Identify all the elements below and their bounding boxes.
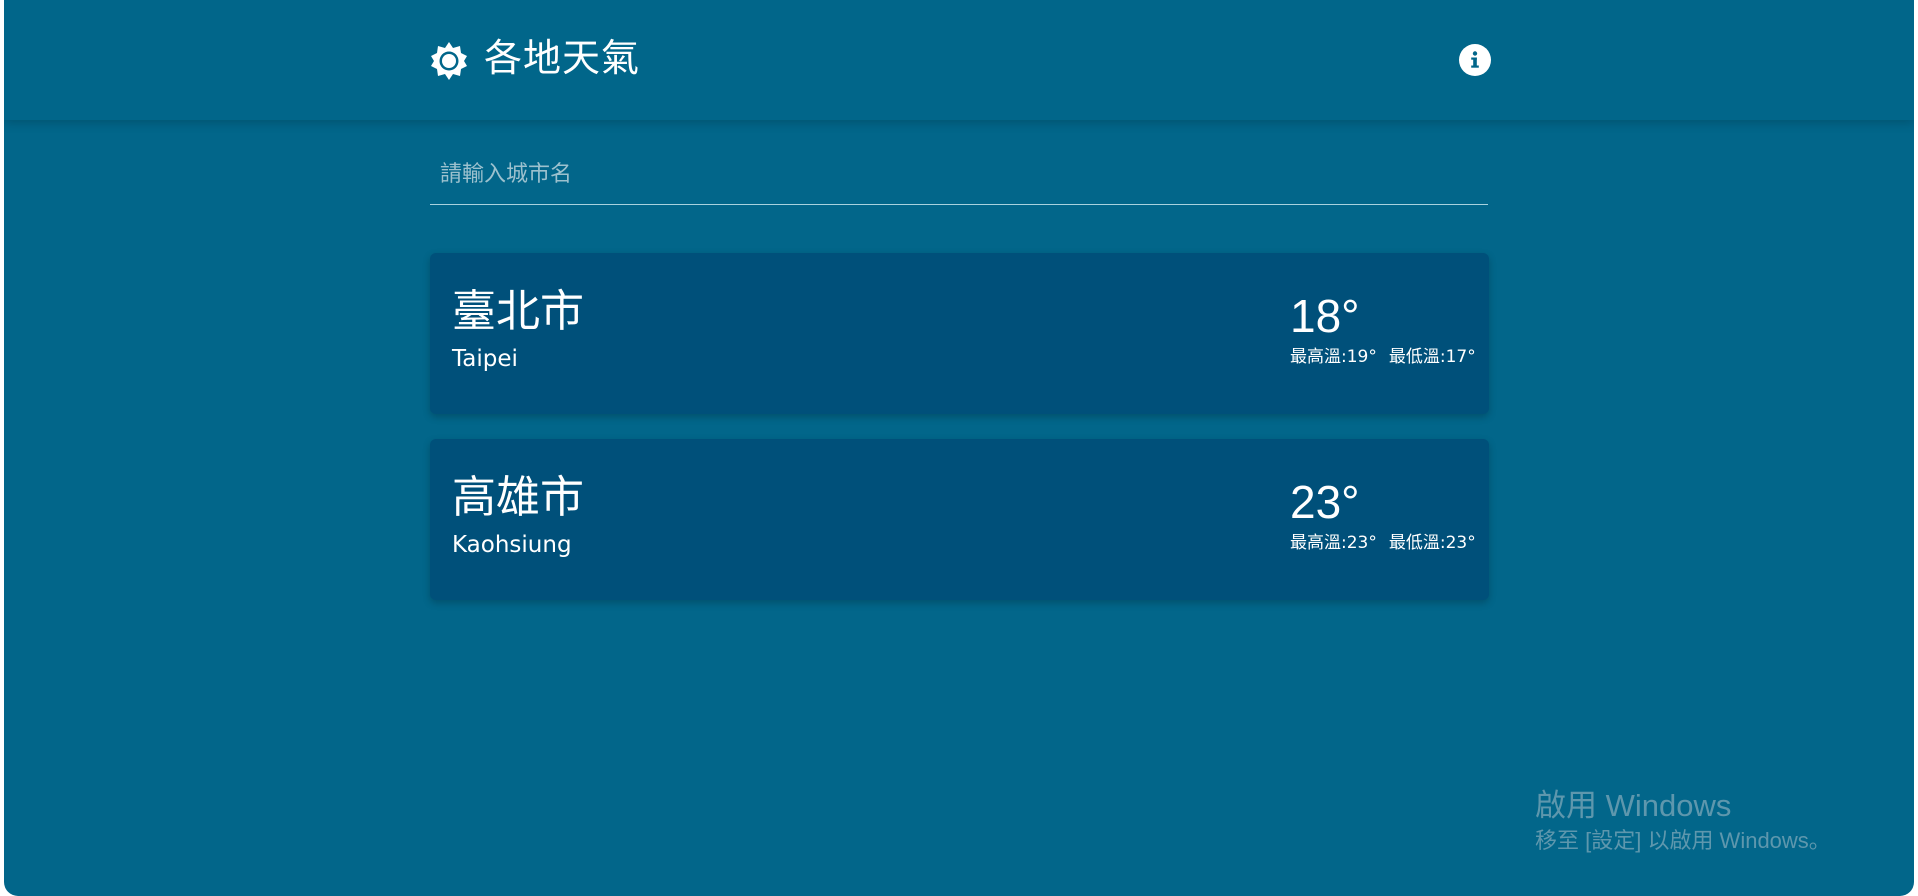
watermark-title: 啟用 Windows (1535, 788, 1732, 823)
search-field (430, 148, 1492, 205)
current-temperature: 18° (1290, 290, 1360, 342)
info-icon (1471, 51, 1479, 68)
sun-icon (431, 42, 467, 80)
city-card-taipei[interactable]: 臺北市 Taipei 18° 最高溫:19° 最低溫:17° (430, 253, 1489, 414)
city-name-en: Kaohsiung (452, 532, 572, 558)
app-toolbar: 各地天氣 (4, 0, 1914, 120)
app-window: 各地天氣 臺北市 Taipei 18° 最高溫:19° 最低溫:17° 高雄市 K… (4, 0, 1914, 896)
temperature-range: 最高溫:23° 最低溫:23° (1290, 531, 1476, 555)
city-name-zh: 臺北市 (452, 286, 584, 337)
temperature-range: 最高溫:19° 最低溫:17° (1290, 345, 1476, 369)
city-name-zh: 高雄市 (452, 472, 584, 523)
app-title: 各地天氣 (484, 36, 641, 80)
watermark-subtitle: 移至 [設定] 以啟用 Windows。 (1535, 828, 1831, 853)
windows-activation-watermark: 啟用 Windows 移至 [設定] 以啟用 Windows。 (1535, 786, 1831, 856)
current-temperature: 23° (1290, 476, 1360, 528)
max-temperature: 最高溫:19° (1290, 347, 1377, 367)
min-temperature: 最低溫:23° (1388, 533, 1476, 553)
city-card-kaohsiung[interactable]: 高雄市 Kaohsiung 23° 最高溫:23° 最低溫:23° (430, 439, 1489, 600)
info-button[interactable] (1459, 44, 1491, 76)
city-name-en: Taipei (452, 346, 518, 372)
max-temperature: 最高溫:23° (1290, 533, 1377, 553)
min-temperature: 最低溫:17° (1388, 347, 1476, 367)
city-search-input[interactable] (438, 148, 1492, 200)
